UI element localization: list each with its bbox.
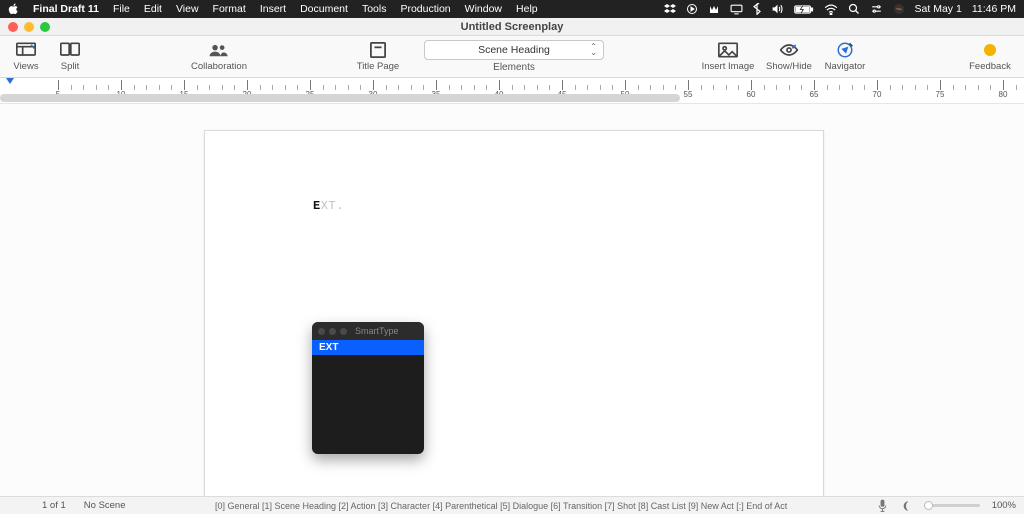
display-icon[interactable] <box>730 3 743 15</box>
zoom-slider[interactable] <box>924 504 980 507</box>
window-titlebar: Untitled Screenplay <box>0 18 1024 36</box>
menu-view[interactable]: View <box>176 3 199 15</box>
status-hints: [0] General [1] Scene Heading [2] Action… <box>144 501 859 511</box>
bluetooth-icon[interactable] <box>753 3 761 15</box>
mic-icon[interactable] <box>877 499 888 512</box>
collaboration-icon <box>208 41 230 59</box>
toolbar: Views Split Collaboration Title Page Sce… <box>0 36 1024 78</box>
views-button[interactable]: Views <box>8 41 44 72</box>
close-window-button[interactable] <box>8 22 18 32</box>
element-dropdown-value: Scene Heading <box>478 44 550 56</box>
smarttype-item[interactable]: EXT <box>312 340 424 355</box>
title-page-icon <box>369 41 387 59</box>
canvas-area: EXT. SmartType EXT <box>0 104 1024 496</box>
menu-tools[interactable]: Tools <box>362 3 387 15</box>
zoom-value: 100% <box>992 500 1016 511</box>
insert-image-label: Insert Image <box>702 61 755 72</box>
moon-icon[interactable] <box>900 500 912 512</box>
views-label: Views <box>13 61 38 72</box>
navigator-button[interactable]: Navigator <box>817 41 873 72</box>
insert-image-button[interactable]: Insert Image <box>695 41 761 72</box>
show-hide-label: Show/Hide <box>766 61 812 72</box>
feedback-label: Feedback <box>969 61 1011 72</box>
horizontal-scrollbar[interactable] <box>0 94 680 102</box>
status-scene: No Scene <box>84 500 126 511</box>
smarttype-header: SmartType <box>312 322 424 340</box>
apple-icon[interactable] <box>8 3 19 15</box>
scene-heading-text[interactable]: EXT. <box>313 199 344 213</box>
views-icon <box>16 41 36 59</box>
menu-window[interactable]: Window <box>465 3 502 15</box>
app-name[interactable]: Final Draft 11 <box>33 3 99 15</box>
menu-document[interactable]: Document <box>300 3 348 15</box>
compass-icon <box>836 41 854 59</box>
menubar-time[interactable]: 11:46 PM <box>972 3 1016 15</box>
split-icon <box>60 41 80 59</box>
mac-menu-left: Final Draft 11 File Edit View Format Ins… <box>8 3 538 15</box>
status-right: 100% <box>877 499 1016 512</box>
smarttype-title: SmartType <box>355 326 399 336</box>
mac-menubar: Final Draft 11 File Edit View Format Ins… <box>0 0 1024 18</box>
dropbox-icon[interactable] <box>664 3 676 15</box>
wifi-icon[interactable] <box>824 4 838 15</box>
traffic-lights <box>8 22 50 32</box>
ruler-indent-marker[interactable] <box>6 78 14 84</box>
play-circle-icon[interactable] <box>686 3 698 15</box>
menubar-date[interactable]: Sat May 1 <box>915 3 962 15</box>
popup-min-icon[interactable] <box>329 328 336 335</box>
window-title: Untitled Screenplay <box>461 21 564 33</box>
battery-icon[interactable] <box>794 4 814 15</box>
zoom-window-button[interactable] <box>40 22 50 32</box>
show-hide-button[interactable]: Show/Hide <box>761 41 817 72</box>
menu-edit[interactable]: Edit <box>144 3 162 15</box>
volume-icon[interactable] <box>771 3 784 15</box>
element-dropdown[interactable]: Scene Heading ⌃⌄ <box>424 40 604 60</box>
elements-label: Elements <box>493 62 535 73</box>
zoom-thumb[interactable] <box>924 501 933 510</box>
title-page-label: Title Page <box>357 61 399 72</box>
popup-close-icon[interactable] <box>318 328 325 335</box>
collaboration-button[interactable]: Collaboration <box>179 41 259 72</box>
malware-icon[interactable] <box>708 3 720 15</box>
siri-icon[interactable] <box>893 3 905 15</box>
menu-help[interactable]: Help <box>516 3 538 15</box>
typed-text: E <box>313 199 321 213</box>
eye-icon <box>779 41 799 59</box>
statusbar: 1 of 1 No Scene [0] General [1] Scene He… <box>0 496 1024 514</box>
status-page: 1 of 1 <box>42 500 66 511</box>
mac-menu-right: Sat May 1 11:46 PM <box>664 3 1016 15</box>
feedback-button[interactable]: Feedback <box>964 41 1016 72</box>
control-center-icon[interactable] <box>870 3 883 15</box>
popup-zoom-icon[interactable] <box>340 328 347 335</box>
chevron-updown-icon: ⌃⌄ <box>590 44 597 56</box>
split-label: Split <box>61 61 79 72</box>
collaboration-label: Collaboration <box>191 61 247 72</box>
ruler-area: 5101520253035404550556065707580 <box>0 78 1024 104</box>
menu-file[interactable]: File <box>113 3 130 15</box>
menu-format[interactable]: Format <box>213 3 246 15</box>
menu-production[interactable]: Production <box>400 3 450 15</box>
navigator-label: Navigator <box>825 61 866 72</box>
search-icon[interactable] <box>848 3 860 15</box>
menu-insert[interactable]: Insert <box>260 3 286 15</box>
ghost-text: XT. <box>321 199 344 213</box>
title-page-button[interactable]: Title Page <box>350 41 406 72</box>
page[interactable]: EXT. <box>204 130 824 496</box>
image-icon <box>718 41 738 59</box>
smarttype-popup: SmartType EXT <box>312 322 424 454</box>
feedback-icon <box>982 41 998 59</box>
split-button[interactable]: Split <box>52 41 88 72</box>
minimize-window-button[interactable] <box>24 22 34 32</box>
